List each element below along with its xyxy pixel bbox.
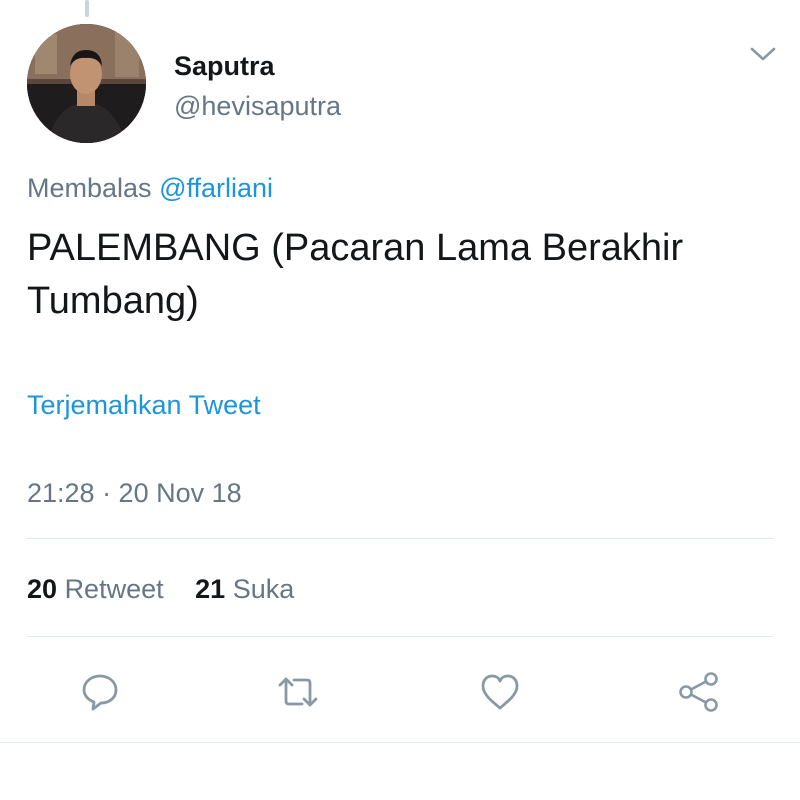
heart-icon [481, 674, 519, 710]
divider [27, 636, 773, 637]
retweet-label: Retweet [64, 574, 164, 604]
user-handle[interactable]: @hevisaputra [174, 91, 341, 122]
reply-icon [82, 674, 118, 711]
share-icon [679, 672, 718, 712]
tweet-timestamp[interactable]: 21:28 · 20 Nov 18 [27, 478, 242, 509]
retweet-stat[interactable]: 20 Retweet [27, 574, 164, 605]
retweet-icon [278, 677, 318, 707]
retweet-count: 20 [27, 574, 58, 604]
thread-connector-line [85, 0, 89, 17]
reply-prefix: Membalas [27, 173, 152, 203]
like-count: 21 [195, 574, 226, 604]
retweet-button[interactable] [276, 670, 320, 714]
divider [0, 742, 800, 743]
like-label: Suka [232, 574, 295, 604]
chevron-down-icon[interactable] [750, 44, 776, 64]
avatar[interactable] [27, 24, 146, 143]
share-button[interactable] [677, 670, 721, 714]
tweet-detail: Saputra @hevisaputra Membalas @ffarliani… [0, 0, 800, 800]
reply-mention-link[interactable]: @ffarliani [159, 173, 273, 203]
tweet-text: PALEMBANG (Pacaran Lama Berakhir Tumbang… [27, 227, 684, 322]
like-stat[interactable]: 21 Suka [195, 574, 294, 605]
reply-button[interactable] [78, 670, 122, 714]
avatar-photo [27, 24, 146, 143]
reply-context: Membalas @ffarliani [27, 173, 273, 204]
translate-tweet-link[interactable]: Terjemahkan Tweet [27, 390, 261, 421]
tweet-stats: 20 Retweet 21 Suka [27, 574, 318, 605]
like-button[interactable] [478, 670, 522, 714]
display-name[interactable]: Saputra [174, 51, 275, 82]
divider [27, 538, 773, 539]
